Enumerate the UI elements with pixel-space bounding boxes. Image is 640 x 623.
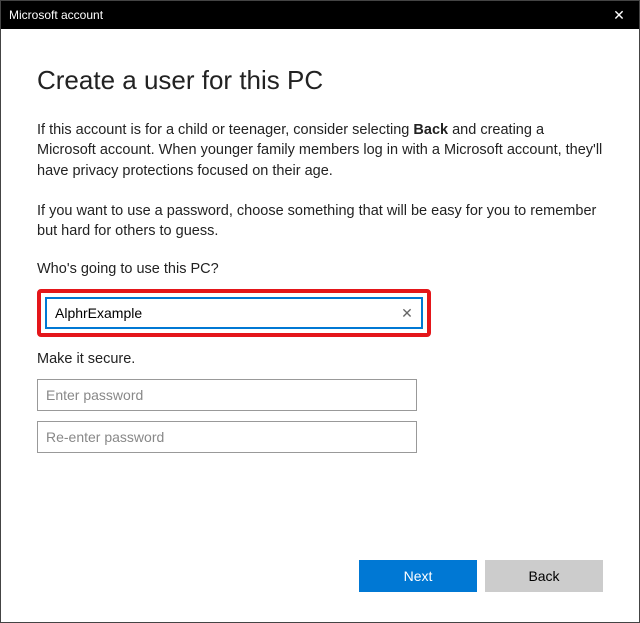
username-input[interactable] [45,297,423,329]
page-heading: Create a user for this PC [37,65,603,96]
p1-pre: If this account is for a child or teenag… [37,122,413,138]
title-bar: Microsoft account ✕ [1,1,639,29]
secure-label: Make it secure. [37,351,603,367]
dialog-window: Microsoft account ✕ Create a user for th… [0,0,640,623]
intro-paragraph-1: If this account is for a child or teenag… [37,120,603,181]
close-icon: ✕ [613,7,625,24]
back-button[interactable]: Back [485,560,603,592]
close-button[interactable]: ✕ [599,1,639,29]
button-row: Next Back [37,560,603,602]
username-input-wrap: ✕ [45,297,423,329]
next-button[interactable]: Next [359,560,477,592]
password-input[interactable] [37,379,417,411]
content-area: Create a user for this PC If this accoun… [1,29,639,622]
username-label: Who's going to use this PC? [37,261,603,277]
username-highlight: ✕ [37,289,431,337]
clear-input-button[interactable]: ✕ [397,303,417,323]
password-confirm-input[interactable] [37,421,417,453]
p1-bold: Back [413,122,448,138]
clear-icon: ✕ [401,305,413,322]
window-title: Microsoft account [9,8,599,22]
intro-paragraph-2: If you want to use a password, choose so… [37,201,603,242]
